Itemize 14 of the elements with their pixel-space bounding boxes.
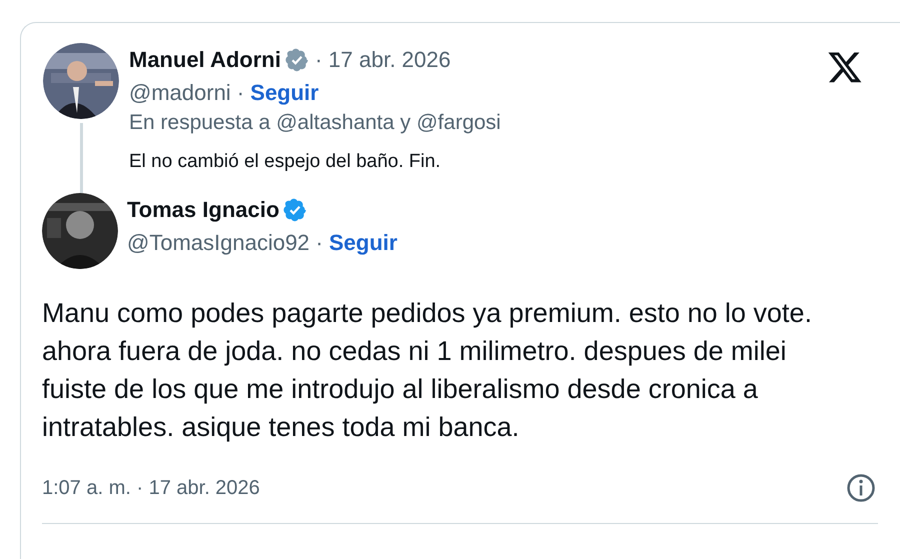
- info-icon[interactable]: [846, 473, 876, 503]
- follow-link[interactable]: Seguir: [328, 230, 398, 256]
- post-date[interactable]: · 17 abr. 2026: [314, 47, 451, 73]
- post-text: Manu como podes pagarte pedidos ya premium. esto no lo vote.: [42, 297, 813, 330]
- author-handle[interactable]: @madorni ·: [129, 80, 244, 106]
- author-handle[interactable]: @TomasIgnacio92 ·: [127, 230, 323, 256]
- thread-line: [80, 123, 82, 193]
- post-text: El no cambió el espejo del baño. Fin.: [129, 151, 442, 174]
- timestamp[interactable]: 1:07 a. m. · 17 abr. 2026: [42, 476, 260, 500]
- author-name[interactable]: Tomas Ignacio: [127, 197, 280, 223]
- author-name[interactable]: Manuel Adorni: [129, 47, 281, 73]
- follow-link[interactable]: Seguir: [250, 80, 319, 106]
- reply-context: En respuesta a @altashanta y @fargosi: [129, 111, 502, 136]
- post-text: ahora fuera de joda. no cedas ni 1 milimetro. despues de milei fuiste de los que me introdujo al liberalismo desde cronica a intratables. asique tenes toda mi banca.: [42, 335, 788, 444]
